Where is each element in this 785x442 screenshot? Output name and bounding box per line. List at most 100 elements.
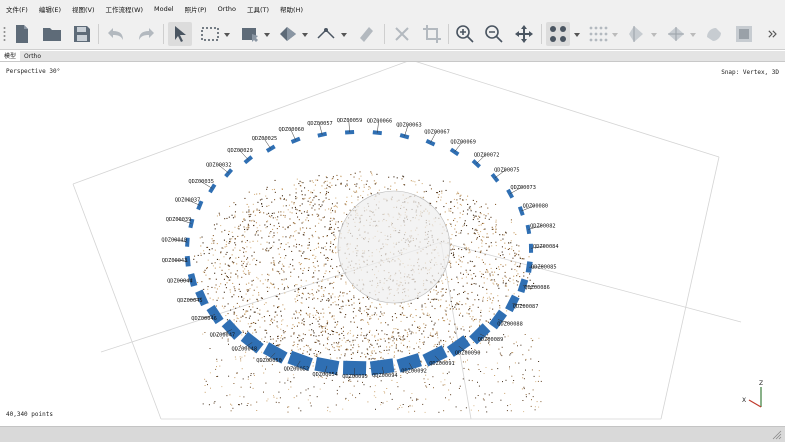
chevron-down-icon[interactable] [690,32,696,38]
camera-label: QDZ00082 [530,224,556,230]
chevron-right-icon [768,30,777,38]
tab-model[interactable]: 模型 [0,51,21,61]
camera-label: QDZ00092 [401,368,427,374]
tiled-model-button[interactable] [702,22,726,46]
model-scene[interactable]: QDZ00060QDZ00057 QDZ00059 QDZ00066QDZ00063… [1,62,784,426]
menu-workflow[interactable]: 工作流程(W) [106,4,144,14]
floppy-icon [74,26,90,42]
zoom-out-icon [485,25,503,43]
toolbar-grip-icon[interactable] [3,26,6,42]
crop-selection-button[interactable] [420,22,444,46]
camera-label: QDZ00069 [450,140,476,146]
move-arrows-icon [515,25,533,43]
camera-label: QDZ00054 [312,372,338,378]
camera-label: QDZ00057 [307,121,333,127]
polygon-tool-button[interactable] [276,22,300,46]
menu-bar: 文件(F) 编辑(E) 视图(V) 工作流程(W) Model 照片(P) Or… [0,0,785,18]
crop-icon [423,25,441,43]
open-project-button[interactable] [40,22,64,46]
mesh-view-button[interactable] [624,22,648,46]
camera-label: QDZ00090 [455,350,481,356]
cursor-icon [175,26,186,42]
tab-ortho[interactable]: Ortho [20,51,45,61]
toolbar-overflow-button[interactable] [764,22,780,46]
tiled-icon [707,28,721,41]
redo-button[interactable] [134,22,158,46]
chevron-down-icon[interactable] [612,32,618,38]
camera-plane [449,147,460,157]
undo-icon [108,28,123,40]
menu-model[interactable]: Model [154,5,174,13]
selection-rect-icon [201,27,219,41]
camera-label: QDZ00084 [533,244,559,250]
document-icon [16,25,28,43]
camera-label: QDZ00032 [206,163,232,169]
point-count-label: 40,340 points [6,411,53,418]
camera-label: QDZ00045 [177,298,203,304]
folder-icon [43,28,61,41]
region-right-edge [660,156,720,420]
camera-label: QDZ00047 [210,332,236,338]
zoom-in-button[interactable] [453,22,477,46]
chevron-down-icon[interactable] [651,32,657,38]
camera-label: QDZ00044 [167,278,193,284]
rectangle-selection-button[interactable] [198,22,222,46]
textured-icon [668,27,684,41]
new-project-button[interactable] [10,22,34,46]
camera-label: QDZ00029 [227,148,253,154]
camera-label: QDZ00040 [161,238,187,244]
image-icon [736,26,752,42]
main-toolbar [0,18,785,50]
camera-label: QDZ00066 [367,119,393,125]
model-viewport[interactable]: QDZ00060 QDZ00057 QDZ00059 QDZ00066 QDZ00063… [1,62,784,426]
polygon-icon [280,27,296,41]
textured-view-button[interactable] [664,22,688,46]
camera-label: QDZ00043 [162,258,188,264]
shape-draw-button[interactable] [238,22,262,46]
dense-points-icon [589,26,608,42]
eraser-icon [360,27,373,42]
chevron-down-icon[interactable] [264,32,270,38]
camera-label: QDZ00063 [396,123,422,129]
reset-view-button[interactable] [512,22,536,46]
camera-label: QDZ00046 [191,316,217,322]
save-project-button[interactable] [70,22,94,46]
zoom-in-icon [456,25,474,43]
chevron-down-icon[interactable] [224,32,230,38]
zoom-out-button[interactable] [482,22,506,46]
navigation-tool-button[interactable] [168,22,192,46]
status-bar [0,426,785,442]
camera-label: QDZ00067 [424,130,450,136]
menu-help[interactable]: 帮助(H) [280,4,303,14]
menu-photo[interactable]: 照片(P) [185,4,207,14]
axis-z-label: Z [759,380,763,387]
chevron-down-icon[interactable] [302,32,308,38]
resize-grip-icon[interactable] [772,430,782,440]
camera-label: QDZ00085 [531,265,557,271]
camera-label: QDZ00075 [494,168,520,174]
delete-selection-button[interactable] [390,22,414,46]
cross-icon [395,27,409,41]
eraser-tool-button[interactable] [354,22,378,46]
menu-ortho[interactable]: Ortho [218,5,236,13]
redo-icon [139,28,154,40]
undo-button[interactable] [104,22,128,46]
point-cloud-view-button[interactable] [546,22,570,46]
camera-label: QDZ00039 [166,217,192,223]
camera-label: QDZ00072 [474,152,500,158]
camera-label: QDZ00088 [497,321,523,327]
chevron-down-icon[interactable] [574,32,580,38]
camera-label: QDZ00059 [337,118,363,124]
axis-gizmo: Z X [742,380,763,408]
mesh-icon [629,26,643,42]
dense-cloud-view-button[interactable] [586,22,610,46]
ruler-tool-button[interactable] [314,22,338,46]
menu-edit[interactable]: 编辑(E) [39,4,61,14]
menu-view[interactable]: 视图(V) [72,4,95,14]
dem-view-button[interactable] [732,22,756,46]
chevron-down-icon[interactable] [341,32,347,38]
ruler-icon [317,28,335,39]
camera-label: QDZ00060 [279,127,305,133]
menu-tools[interactable]: 工具(T) [247,4,269,14]
menu-file[interactable]: 文件(F) [6,4,28,14]
